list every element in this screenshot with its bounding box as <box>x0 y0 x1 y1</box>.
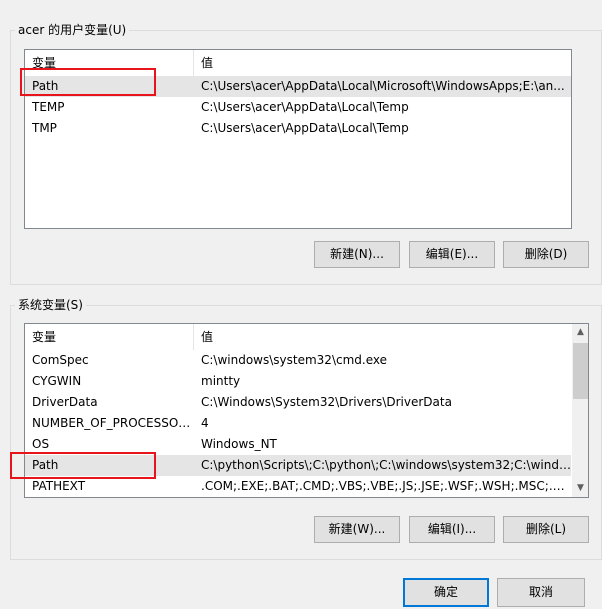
variable-name-cell: DriverData <box>32 395 98 409</box>
table-row[interactable]: NUMBER_OF_PROCESSORS 4 <box>25 413 571 434</box>
variable-value-cell: C:\Users\acer\AppData\Local\Temp <box>201 121 409 135</box>
variable-name-cell: OS <box>32 437 50 451</box>
variable-value-cell: C:\Users\acer\AppData\Local\Temp <box>201 100 409 114</box>
variable-name-cell: PATHEXT <box>32 479 86 493</box>
system-variables-title: 系统变量(S) <box>15 297 86 313</box>
system-delete-button[interactable]: 删除(L) <box>503 516 589 543</box>
variable-value-cell: C:\python\Scripts\;C:\python\;C:\windows… <box>201 458 571 472</box>
table-row[interactable]: CYGWIN mintty <box>25 371 571 392</box>
variable-name-cell: CYGWIN <box>32 374 82 388</box>
column-header-variable[interactable]: 变量 <box>25 50 193 76</box>
table-row[interactable]: DriverData C:\Windows\System32\Drivers\Dr… <box>25 392 571 413</box>
user-variables-list[interactable]: 变量 值 Path C:\Users\acer\AppData\Local\Mic… <box>24 49 572 229</box>
scroll-down-icon[interactable]: ▼ <box>572 480 588 497</box>
table-row[interactable]: TEMP C:\Users\acer\AppData\Local\Temp <box>25 97 571 118</box>
variable-value-cell: mintty <box>201 374 241 388</box>
user-delete-button[interactable]: 删除(D) <box>503 241 589 268</box>
variable-name-cell: TEMP <box>32 100 65 114</box>
variable-name-cell: NUMBER_OF_PROCESSORS <box>32 416 194 430</box>
cancel-button[interactable]: 取消 <box>497 578 585 607</box>
table-row[interactable]: TMP C:\Users\acer\AppData\Local\Temp <box>25 118 571 139</box>
system-edit-button[interactable]: 编辑(I)... <box>409 516 495 543</box>
system-variables-header: 变量 值 <box>25 324 588 350</box>
user-variables-header: 变量 值 <box>25 50 571 76</box>
column-header-value[interactable]: 值 <box>194 324 572 350</box>
variable-name-cell: Path <box>32 79 59 93</box>
variable-value-cell: Windows_NT <box>201 437 277 451</box>
column-header-variable[interactable]: 变量 <box>25 324 193 350</box>
table-row[interactable]: OS Windows_NT <box>25 434 571 455</box>
variable-value-cell: .COM;.EXE;.BAT;.CMD;.VBS;.VBE;.JS;.JSE;.… <box>201 479 571 493</box>
variable-value-cell: C:\Users\acer\AppData\Local\Microsoft\Wi… <box>201 79 565 93</box>
variable-value-cell: C:\windows\system32\cmd.exe <box>201 353 387 367</box>
table-row[interactable]: PATHEXT .COM;.EXE;.BAT;.CMD;.VBS;.VBE;.JS… <box>25 476 571 497</box>
system-variables-list[interactable]: 变量 值 ComSpec C:\windows\system32\cmd.exe C… <box>24 323 589 498</box>
scrollbar-thumb[interactable] <box>573 343 588 399</box>
table-row[interactable]: Path C:\Users\acer\AppData\Local\Microsof… <box>25 76 571 97</box>
variable-name-cell: ComSpec <box>32 353 89 367</box>
table-row[interactable]: Path C:\python\Scripts\;C:\python\;C:\win… <box>25 455 571 476</box>
ok-button[interactable]: 确定 <box>403 578 489 607</box>
column-header-value[interactable]: 值 <box>194 50 571 76</box>
variable-value-cell: 4 <box>201 416 209 430</box>
variable-value-cell: C:\Windows\System32\Drivers\DriverData <box>201 395 452 409</box>
system-new-button[interactable]: 新建(W)... <box>314 516 400 543</box>
system-variables-scrollbar[interactable]: ▲ ▼ <box>572 324 588 497</box>
variable-name-cell: Path <box>32 458 59 472</box>
variable-name-cell: TMP <box>32 121 57 135</box>
user-edit-button[interactable]: 编辑(E)... <box>409 241 495 268</box>
table-row[interactable]: ComSpec C:\windows\system32\cmd.exe <box>25 350 571 371</box>
user-new-button[interactable]: 新建(N)... <box>314 241 400 268</box>
user-variables-title: acer 的用户变量(U) <box>15 22 130 38</box>
scroll-up-icon[interactable]: ▲ <box>572 324 588 341</box>
